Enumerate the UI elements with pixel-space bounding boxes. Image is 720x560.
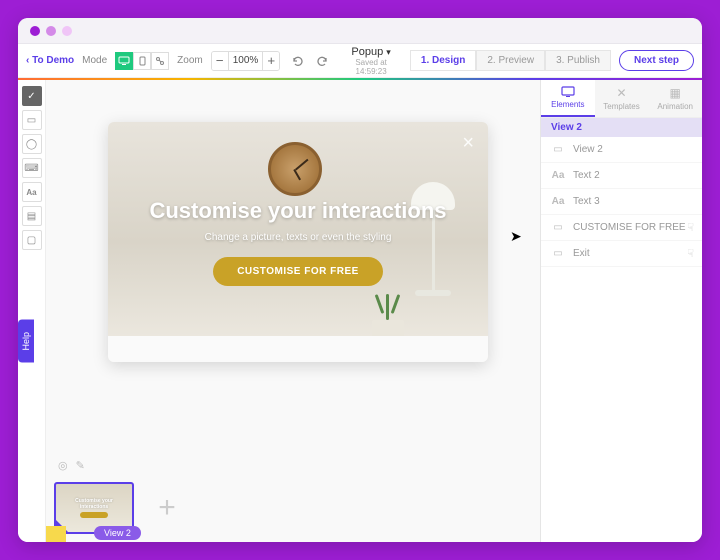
- mode-group: [115, 52, 169, 70]
- step-publish[interactable]: 3. Publish: [545, 50, 611, 71]
- zoom-group: − 100% +: [211, 51, 281, 71]
- edit-icon[interactable]: ✎: [76, 459, 85, 472]
- thumb-toolbar: ◎ ✎: [58, 459, 85, 472]
- tool-input[interactable]: ⌨: [22, 158, 42, 178]
- tool-checkbox[interactable]: ✓: [22, 86, 42, 106]
- titlebar: [18, 18, 702, 44]
- tool-text[interactable]: Aa: [22, 182, 42, 202]
- popup-subtext[interactable]: Change a picture, texts or even the styl…: [205, 232, 392, 243]
- doc-title: Popup: [351, 46, 383, 58]
- layer-text[interactable]: Aa Text 3: [541, 189, 702, 215]
- layer-button[interactable]: ▭ CUSTOMISE FOR FREE ☟: [541, 215, 702, 241]
- tab-templates[interactable]: ✕ Templates: [595, 80, 649, 117]
- window-dot: [62, 26, 72, 36]
- step-preview[interactable]: 2. Preview: [476, 50, 545, 71]
- button-icon: ▭: [551, 222, 565, 233]
- text-icon: Aa: [551, 196, 565, 207]
- tool-rect[interactable]: ▭: [22, 110, 42, 130]
- workspace: ✓ ▭ ◯ ⌨ Aa ▤ ▢ Help: [18, 80, 702, 542]
- close-icon[interactable]: ×: [462, 132, 474, 155]
- tab-elements[interactable]: Elements: [541, 80, 595, 117]
- step-nav: 1. Design 2. Preview 3. Publish: [410, 50, 611, 71]
- mode-link-button[interactable]: [151, 52, 169, 70]
- text-icon: Aa: [551, 170, 565, 181]
- zoom-in-button[interactable]: +: [263, 52, 279, 70]
- undo-button[interactable]: [288, 52, 306, 70]
- back-link[interactable]: ‹ To Demo: [26, 55, 74, 66]
- add-view-button[interactable]: +: [146, 487, 188, 529]
- cursor-icon: ➤: [510, 228, 522, 245]
- zoom-out-button[interactable]: −: [212, 52, 228, 70]
- tab-animation[interactable]: ▦ Animation: [648, 80, 702, 117]
- window-dot: [30, 26, 40, 36]
- save-status: Saved at 14:59:23: [340, 58, 402, 76]
- popup-preview[interactable]: × Customise your interactions Change a p…: [108, 122, 488, 362]
- panel-tabs: Elements ✕ Templates ▦ Animation: [541, 80, 702, 118]
- target-icon[interactable]: ◎: [58, 459, 68, 472]
- canvas[interactable]: × Customise your interactions Change a p…: [46, 80, 540, 542]
- panel-header: View 2: [541, 118, 702, 137]
- zoom-value: 100%: [228, 52, 264, 70]
- popup-cta-button[interactable]: CUSTOMISE FOR FREE: [213, 257, 383, 286]
- tool-circle[interactable]: ◯: [22, 134, 42, 154]
- help-tab[interactable]: Help: [18, 320, 34, 363]
- layer-button[interactable]: ▭ Exit ☟: [541, 241, 702, 267]
- left-toolbar: ✓ ▭ ◯ ⌨ Aa ▤ ▢ Help: [18, 80, 46, 542]
- mode-label: Mode: [82, 55, 107, 66]
- topbar: ‹ To Demo Mode Zoom − 100% + Popup ▾ Sav…: [18, 44, 702, 78]
- pointer-icon: ☟: [687, 247, 694, 260]
- layer-text[interactable]: Aa Text 2: [541, 163, 702, 189]
- mode-mobile-button[interactable]: [133, 52, 151, 70]
- tool-button[interactable]: ▢: [22, 230, 42, 250]
- layer-list: ▭ View 2 Aa Text 2 Aa Text 3 ▭ CUSTOMISE…: [541, 137, 702, 267]
- chevron-down-icon: ▾: [386, 47, 391, 57]
- layer-view[interactable]: ▭ View 2: [541, 137, 702, 163]
- popup-heading[interactable]: Customise your interactions: [149, 198, 446, 223]
- next-step-button[interactable]: Next step: [619, 50, 694, 71]
- monitor-icon: ▭: [551, 144, 565, 155]
- popup-content: × Customise your interactions Change a p…: [108, 122, 488, 362]
- button-icon: ▭: [551, 248, 565, 259]
- pointer-icon: ☟: [687, 221, 694, 234]
- window-dot: [46, 26, 56, 36]
- app-window: ‹ To Demo Mode Zoom − 100% + Popup ▾ Sav…: [18, 18, 702, 542]
- mode-desktop-button[interactable]: [115, 52, 133, 70]
- redo-button[interactable]: [314, 52, 332, 70]
- view-chip[interactable]: View 2: [94, 526, 141, 540]
- tool-image[interactable]: ▤: [22, 206, 42, 226]
- zoom-label: Zoom: [177, 55, 203, 66]
- right-panel: Elements ✕ Templates ▦ Animation View 2 …: [540, 80, 702, 542]
- step-design[interactable]: 1. Design: [410, 50, 476, 71]
- corner-toggle[interactable]: [46, 526, 66, 542]
- document-title-area[interactable]: Popup ▾ Saved at 14:59:23: [340, 46, 402, 76]
